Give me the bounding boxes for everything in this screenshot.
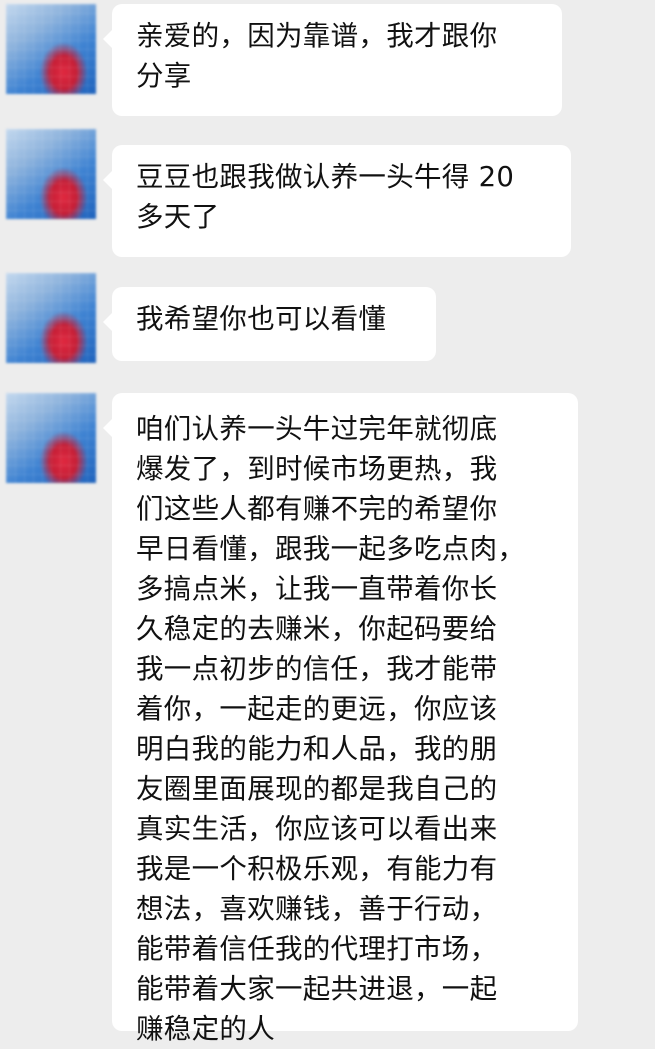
message-bubble[interactable]: 亲爱的，因为靠谱，我才跟你 分享 xyxy=(103,4,562,116)
message-bubble[interactable]: 豆豆也跟我做认养一头牛得 20 多天了 xyxy=(103,145,571,257)
message-bubble[interactable]: 咱们认养一头牛过完年就彻底 爆发了，到时候市场更热，我 们这些人都有赚不完的希望… xyxy=(103,393,578,1045)
sender-avatar[interactable] xyxy=(6,273,96,363)
chat-message-list[interactable]: 亲爱的，因为靠谱，我才跟你 分享 豆豆也跟我做认养一头牛得 20 多天了 我希望… xyxy=(0,0,655,1045)
message-bubble[interactable]: 我希望你也可以看懂 xyxy=(103,287,436,361)
sender-avatar[interactable] xyxy=(6,4,96,94)
sender-avatar[interactable] xyxy=(6,129,96,219)
sender-avatar[interactable] xyxy=(6,393,96,483)
